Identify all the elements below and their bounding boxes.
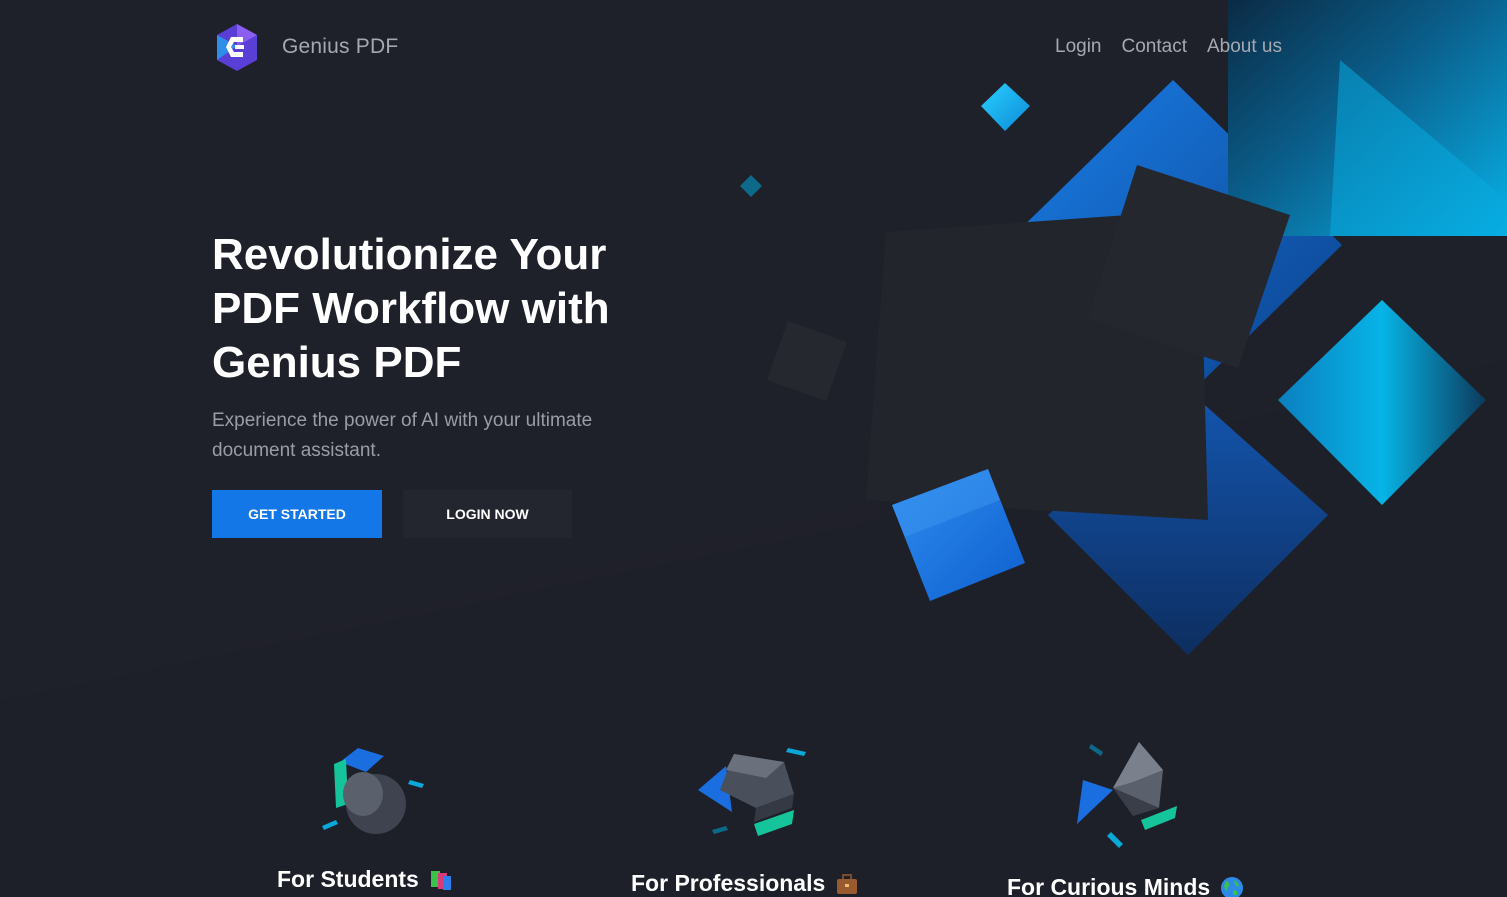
hero-title: Revolutionize Your PDF Workflow with Gen… (212, 230, 610, 387)
globe-emoji-icon (1221, 876, 1244, 897)
brand-name: Genius PDF (282, 35, 399, 58)
top-nav: Login Contact About us (1055, 36, 1282, 58)
professionals-3d-icon (698, 748, 806, 836)
nav-contact-link[interactable]: Contact (1122, 36, 1187, 58)
nav-about-link[interactable]: About us (1207, 36, 1282, 58)
login-now-button[interactable]: LOGIN NOW (403, 490, 572, 538)
students-3d-icon (322, 748, 424, 834)
genius-pdf-logo[interactable] (213, 22, 261, 74)
get-started-button[interactable]: GET STARTED (212, 490, 382, 538)
briefcase-emoji-icon (837, 873, 858, 894)
hero-subtitle: Experience the power of AI with your ult… (212, 410, 593, 461)
feature-students: For Students (277, 866, 453, 893)
curious-minds-3d-icon (1077, 742, 1177, 848)
nav-login-link[interactable]: Login (1055, 36, 1102, 58)
feature-curious-minds: For Curious Minds (1007, 874, 1244, 897)
feature-students-title: For Students (277, 866, 419, 892)
feature-curious-minds-title: For Curious Minds (1007, 874, 1211, 897)
books-emoji-icon (430, 870, 451, 890)
feature-professionals-title: For Professionals (631, 870, 826, 896)
landing-page: Genius PDF Login Contact About us Revolu… (0, 0, 1507, 897)
feature-professionals: For Professionals (631, 870, 859, 897)
